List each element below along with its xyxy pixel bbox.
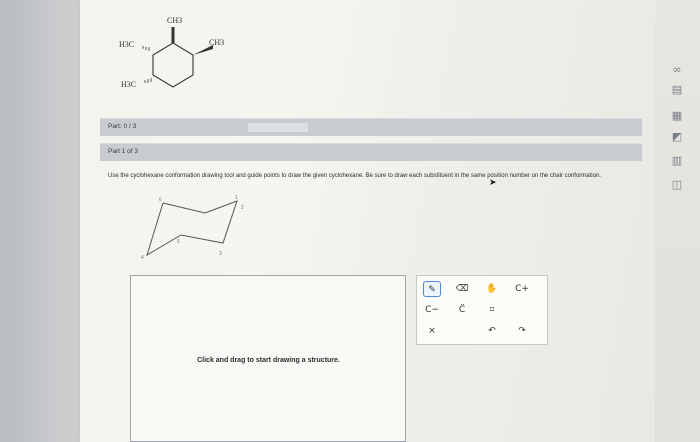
- part-summary-label: Part: 0 / 3: [108, 123, 137, 130]
- reference-icon[interactable]: ◩: [668, 130, 686, 144]
- drawing-canvas[interactable]: Click and drag to start drawing a struct…: [130, 275, 406, 442]
- eraser-icon[interactable]: ⌫: [453, 281, 471, 297]
- carbocation-button[interactable]: C+: [513, 281, 531, 297]
- cyclohexane-structure: CH3 CH3 H3C H3C: [119, 16, 224, 89]
- book-icon[interactable]: ◫: [668, 178, 686, 192]
- periodic-table-icon[interactable]: ▦: [668, 109, 686, 123]
- notes-icon[interactable]: ▥: [668, 154, 686, 168]
- part-summary-bar[interactable]: Part: 0 / 3: [100, 118, 642, 136]
- mouse-cursor-icon: ➤: [489, 178, 497, 188]
- drawing-toolbar: ✎ ⌫ ✋ C+ C− C̈ ⌗ × ↶ ↷: [416, 275, 548, 345]
- part-header-label: Part 1 of 3: [108, 148, 138, 155]
- h3c-left-label: H3C: [119, 40, 134, 49]
- dash-bond-left: [142, 46, 150, 51]
- lone-pair-button[interactable]: C̈: [453, 302, 471, 318]
- chair-position-label: 4: [141, 255, 144, 261]
- chair-position-label: 3: [219, 251, 222, 257]
- h3c-lower-label: H3C: [121, 80, 136, 89]
- clear-icon[interactable]: ×: [423, 323, 441, 339]
- chair-conformation-guide: 6 1 2 3 4 5: [141, 195, 244, 261]
- infinity-icon[interactable]: ∞: [668, 63, 686, 77]
- lasso-icon[interactable]: ⌗: [483, 302, 501, 318]
- canvas-hint: Click and drag to start drawing a struct…: [197, 357, 340, 364]
- part-progress-bar: [248, 123, 308, 132]
- chair-position-label: 2: [241, 205, 244, 211]
- chair-position-label: 6: [159, 197, 162, 203]
- dash-bond-lower: [144, 78, 152, 83]
- cyclohexane-ring: [152, 42, 194, 88]
- carbanion-button[interactable]: C−: [423, 302, 441, 318]
- chair-position-label: 1: [235, 195, 238, 201]
- instructions-text: Use the cyclohexane conformation drawing…: [108, 173, 601, 179]
- hand-icon[interactable]: ✋: [483, 281, 501, 297]
- calculator-icon[interactable]: ▤: [668, 83, 686, 97]
- ch3-top-label: CH3: [167, 16, 182, 25]
- pencil-icon[interactable]: ✎: [423, 281, 441, 297]
- chair-position-label: 5: [177, 239, 180, 245]
- undo-icon[interactable]: ↶: [483, 323, 501, 339]
- redo-icon[interactable]: ↷: [513, 323, 531, 339]
- part-header-bar: Part 1 of 3: [100, 143, 642, 161]
- ch3-right-label: CH3: [209, 38, 224, 47]
